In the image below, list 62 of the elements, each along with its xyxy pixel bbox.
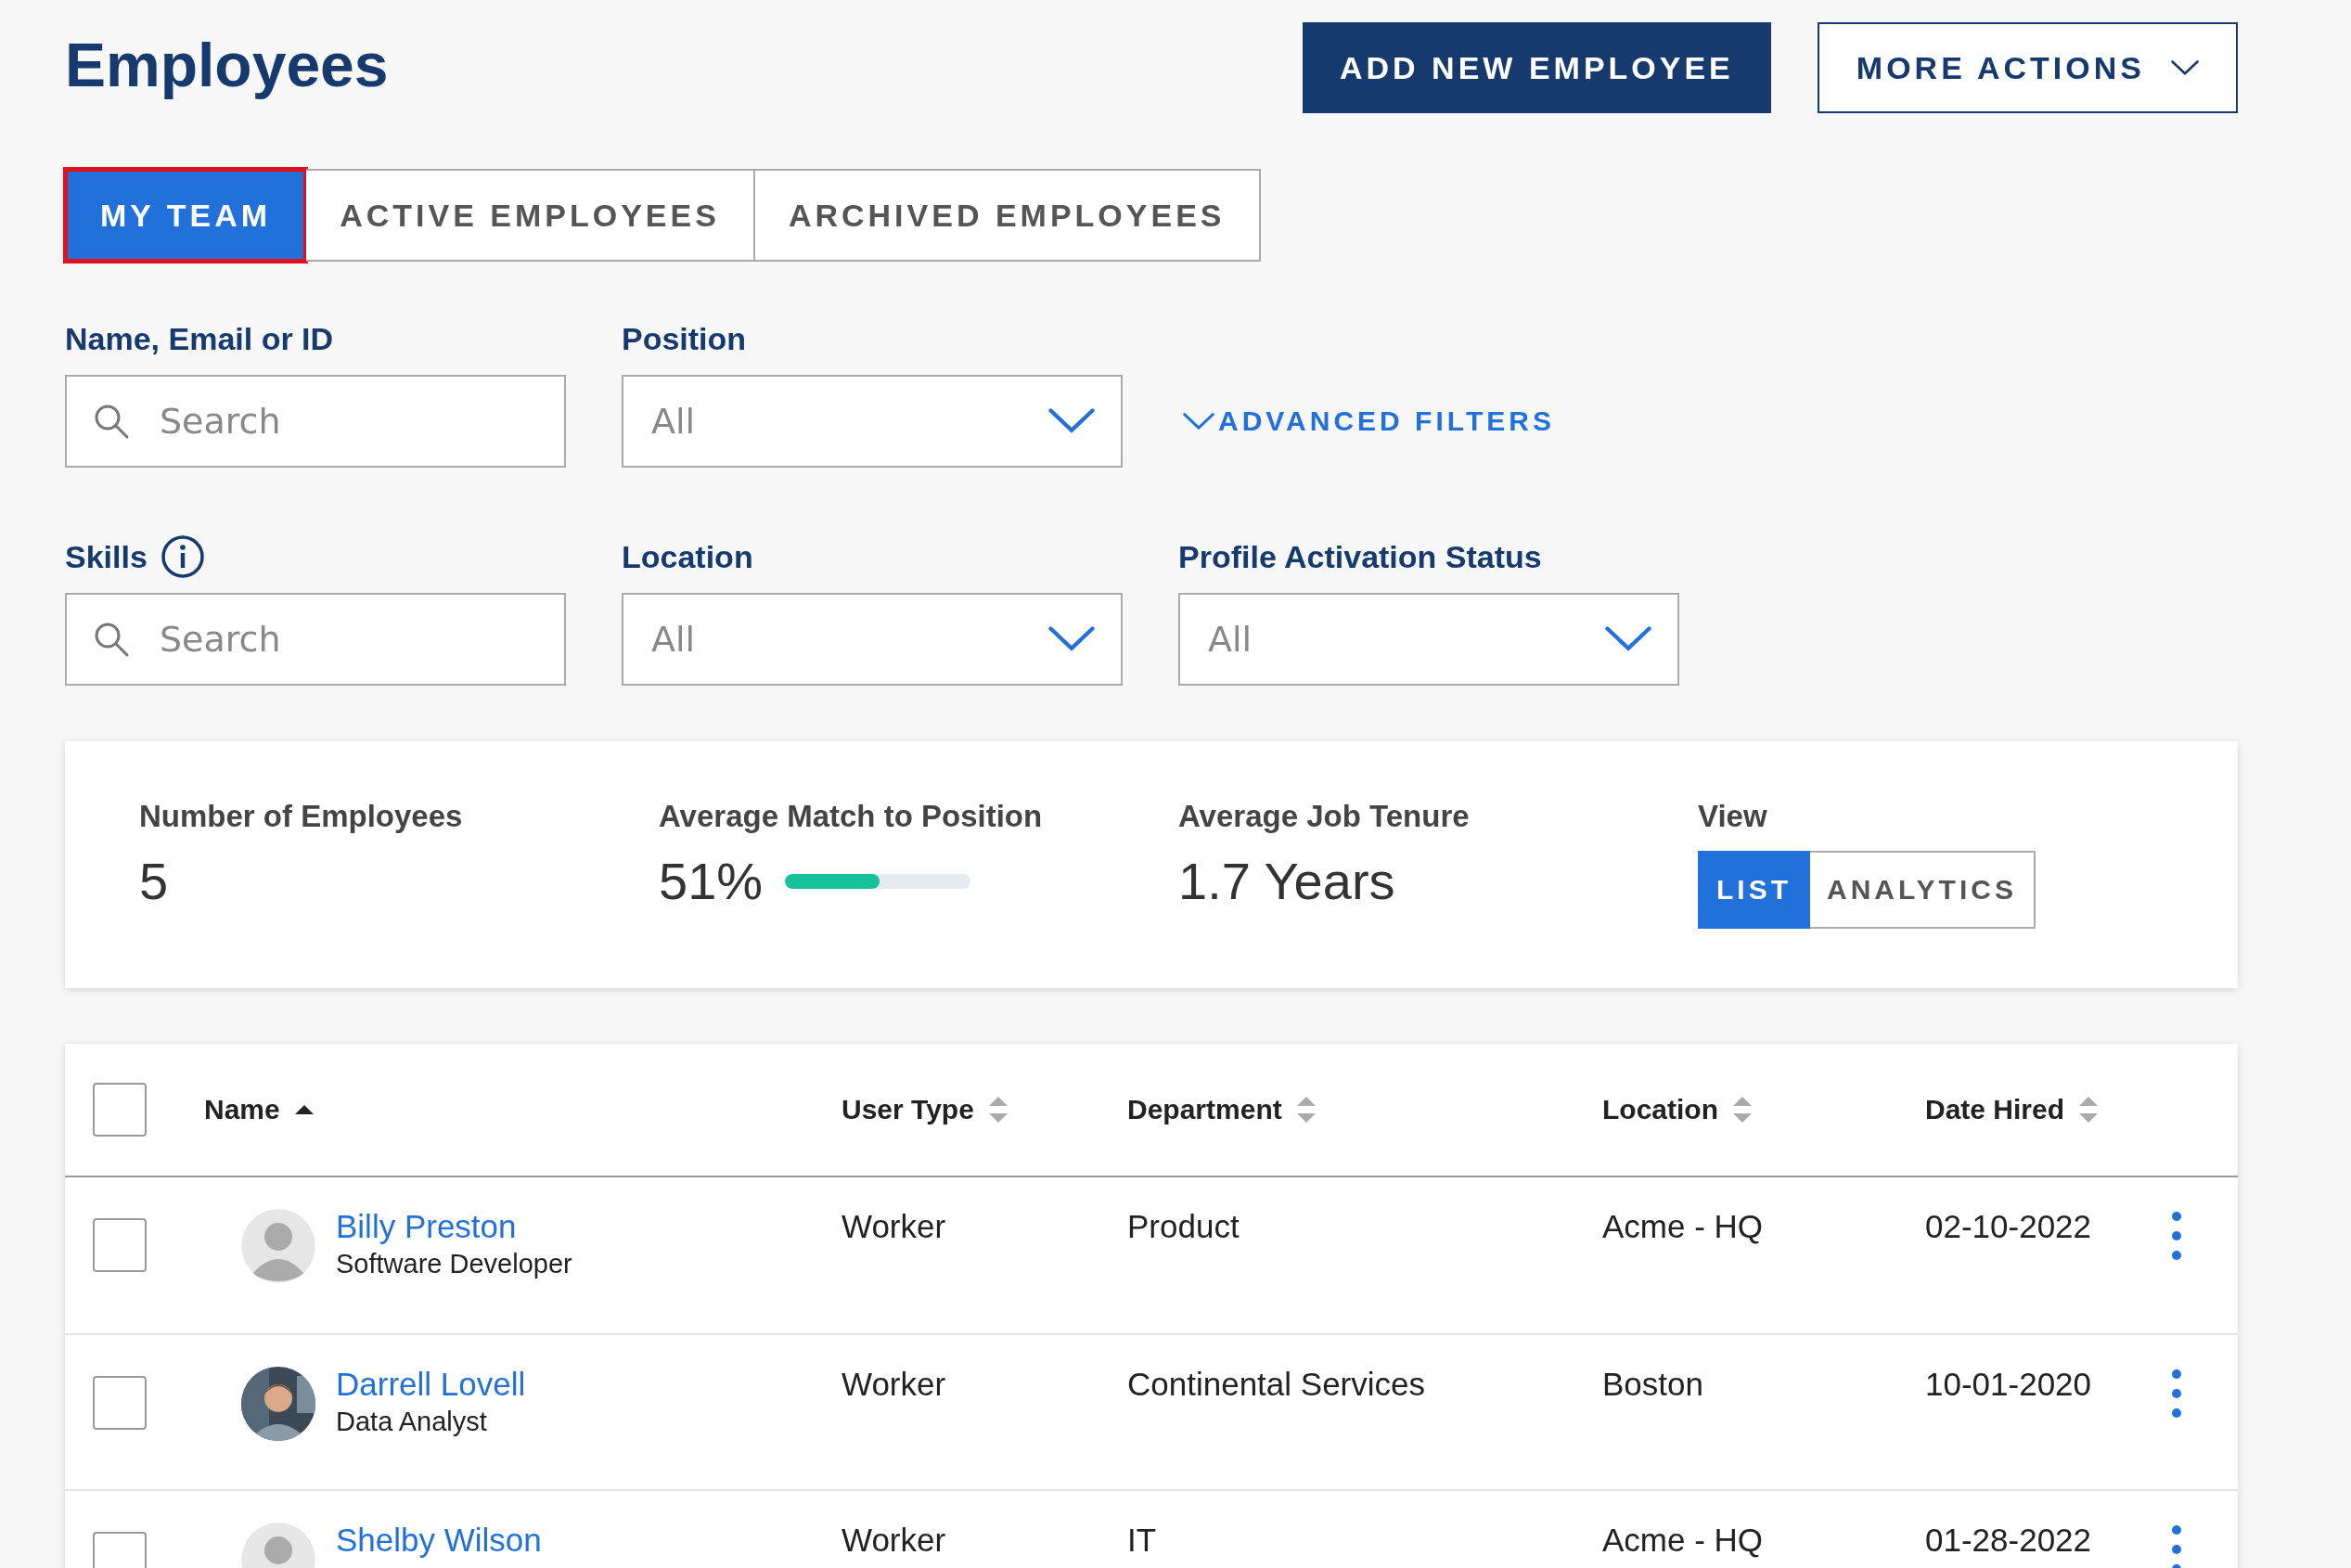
chevron-down-icon xyxy=(1605,626,1651,652)
advanced-filters-link[interactable]: ADVANCED FILTERS xyxy=(1178,405,1555,437)
field-label: Name, Email or ID xyxy=(65,320,334,357)
column-header[interactable]: Date Hired xyxy=(1925,1094,2100,1125)
employee-name-link[interactable]: Billy Preston xyxy=(336,1209,517,1245)
chevron-down-icon xyxy=(1048,408,1095,434)
stat-value: 5 xyxy=(139,851,169,911)
chevron-down-icon xyxy=(1183,412,1214,431)
column-header[interactable]: User Type xyxy=(841,1094,1009,1125)
search-icon xyxy=(93,403,130,440)
dropdown-field[interactable]: All xyxy=(622,375,1123,468)
page-title: Employees xyxy=(65,30,389,100)
table-cell: Worker xyxy=(841,1208,946,1244)
search-field[interactable]: Search xyxy=(65,593,566,686)
stat-label: Average Match to Position xyxy=(659,799,1044,834)
stat-label: Average Job Tenure xyxy=(1178,799,1471,834)
table-cell: Product xyxy=(1127,1208,1240,1244)
table-cell: Boston xyxy=(1602,1366,1703,1402)
stat-label: Number of Employees xyxy=(139,799,464,834)
tab[interactable]: ACTIVE EMPLOYEES xyxy=(306,169,755,262)
more-actions-button[interactable]: MORE ACTIONS xyxy=(1817,22,2238,113)
view-toggle-option[interactable]: ANALYTICS xyxy=(1810,851,2036,929)
table-cell: 10-01-2020 xyxy=(1925,1366,2092,1402)
dropdown-field[interactable]: All xyxy=(622,593,1123,686)
field-label: Position xyxy=(622,320,747,357)
sort-icon xyxy=(1731,1095,1754,1125)
table-cell: 01-28-2022 xyxy=(1925,1522,2092,1558)
chevron-down-icon xyxy=(2171,59,2199,76)
info-icon[interactable] xyxy=(160,534,205,579)
chevron-down-icon xyxy=(1048,626,1095,652)
table-cell: Worker xyxy=(841,1522,946,1558)
table-cell: Continental Services xyxy=(1127,1366,1425,1402)
add-employee-button[interactable]: ADD NEW EMPLOYEE xyxy=(1303,22,1771,113)
field-label: Profile Activation Status xyxy=(1178,538,1542,575)
table-cell: Acme - HQ xyxy=(1602,1208,1764,1244)
column-header[interactable]: Name xyxy=(204,1094,315,1125)
stat-value: 51% xyxy=(659,851,764,911)
table-cell: 02-10-2022 xyxy=(1925,1208,2092,1244)
select-all-checkbox[interactable] xyxy=(93,1083,147,1137)
stat-value: 1.7 Years xyxy=(1178,851,1395,911)
employee-name-link[interactable]: Darrell Lovell xyxy=(336,1367,526,1403)
tab[interactable]: MY TEAM xyxy=(65,169,307,262)
employee-role: Software Developer xyxy=(336,1248,572,1279)
column-header[interactable]: Department xyxy=(1127,1094,1317,1125)
employee-role: Data Analyst xyxy=(336,1406,487,1437)
column-header[interactable]: Location xyxy=(1602,1094,1754,1125)
avatar-placeholder-icon xyxy=(241,1209,315,1283)
view-label: View xyxy=(1698,799,1768,834)
search-icon xyxy=(93,621,130,658)
field-label: Skills xyxy=(65,538,148,575)
dropdown-field[interactable]: All xyxy=(1178,593,1679,686)
row-checkbox[interactable] xyxy=(93,1218,147,1272)
search-field[interactable]: Search xyxy=(65,375,566,468)
table-cell: IT xyxy=(1127,1522,1157,1558)
view-toggle-option[interactable]: LIST xyxy=(1698,851,1810,929)
table-cell: Acme - HQ xyxy=(1602,1522,1764,1558)
employee-name-link[interactable]: Shelby Wilson xyxy=(336,1523,542,1559)
sort-icon xyxy=(2077,1095,2100,1125)
table-cell: Worker xyxy=(841,1366,946,1402)
field-label: Location xyxy=(622,538,753,575)
row-checkbox[interactable] xyxy=(93,1376,147,1430)
tab[interactable]: ARCHIVED EMPLOYEES xyxy=(754,169,1261,262)
